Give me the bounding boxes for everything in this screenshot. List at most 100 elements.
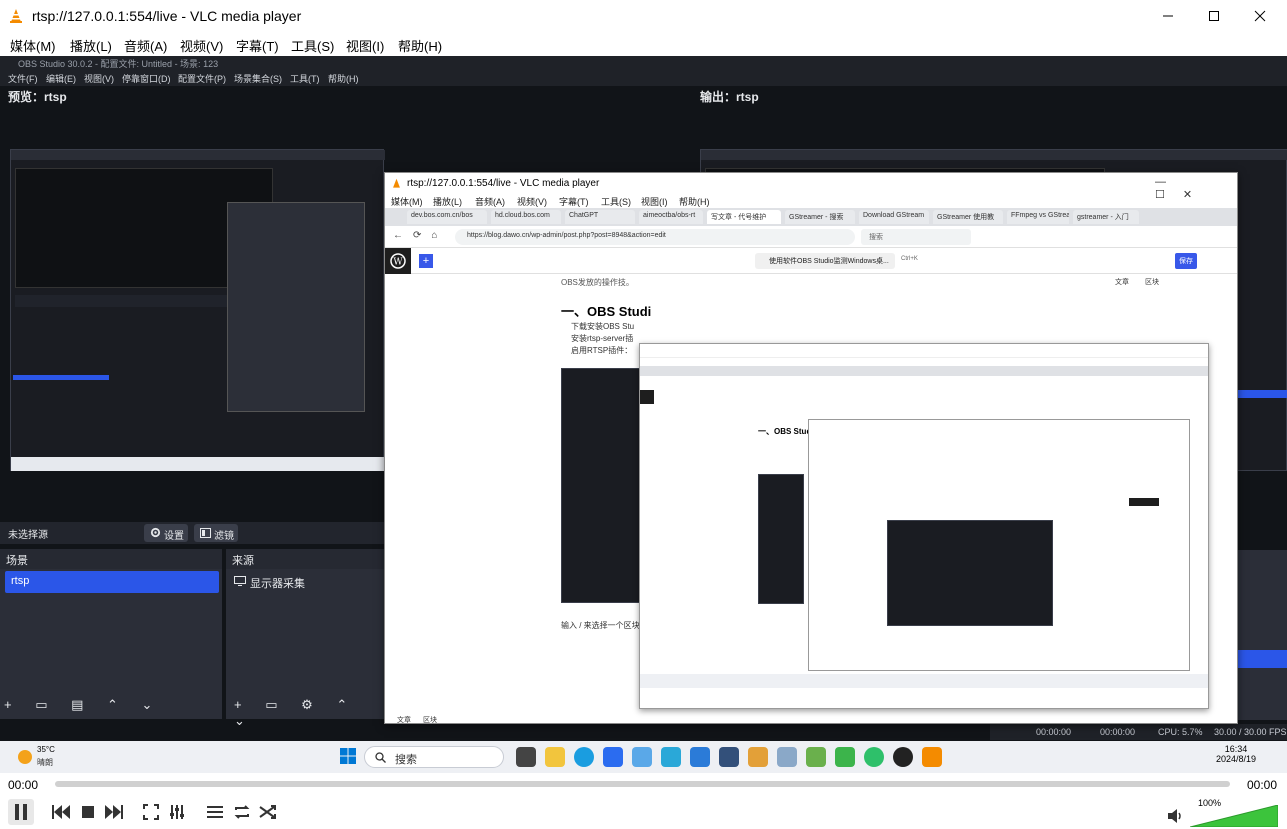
fullscreen-icon: [143, 804, 159, 820]
inner-vlc-title: rtsp://127.0.0.1:554/live - VLC media pl…: [407, 178, 600, 189]
previous-icon: [52, 805, 70, 819]
browser-tab: Download GStream: [859, 210, 929, 224]
taskbar-date: 2024/8/19: [1216, 754, 1257, 764]
filter-icon: [200, 528, 211, 538]
video-output[interactable]: OBS Studio 30.0.2 - 配置文件: Untitled - 场景:…: [0, 56, 1287, 773]
inner-menu-audio: 音频(A): [475, 197, 505, 207]
obs-fps: 30.00 / 30.00 FPS: [1214, 727, 1287, 737]
obs-menu-dock: 停靠窗口(D): [122, 74, 171, 84]
obs-menu-tools: 工具(T): [290, 74, 320, 84]
windows-taskbar: 35°C 晴朗 搜索 16:34 2024/8/19: [0, 741, 1287, 773]
browser-tab: GStreamer 使用教: [933, 210, 1003, 224]
inner-menu-view: 视图(I): [641, 197, 668, 207]
shuffle-button[interactable]: [255, 799, 281, 825]
speaker-icon[interactable]: [1168, 809, 1184, 823]
inner-bottom-tab-block: 区块: [423, 717, 437, 724]
obs-title: OBS Studio 30.0.2 - 配置文件: Untitled - 场景:…: [18, 59, 219, 69]
app-icon-6: [777, 747, 797, 767]
obs-menu-profile: 配置文件(P): [178, 74, 226, 84]
obs-settings-label: 设置: [164, 531, 184, 542]
menu-media[interactable]: 媒体(M): [10, 36, 56, 55]
blog-bullet: 安装rtsp-server插: [571, 334, 634, 343]
minimize-button[interactable]: [1145, 0, 1191, 32]
wp-shortcut: Ctrl+K: [901, 256, 918, 262]
app-icon-1: [603, 747, 623, 767]
app-icon-3: [661, 747, 681, 767]
obs-menu-scene-collection: 场景集合(S): [234, 74, 282, 84]
shuffle-icon: [259, 805, 276, 819]
wp-editor-toolbar: W + 使用软件OBS Studio监测Windows桌... Ctrl+K 保…: [385, 248, 1237, 274]
browser-tab: aimeoctba/obs-rt: [639, 210, 703, 224]
menu-view[interactable]: 视图(I): [346, 36, 384, 55]
menu-playback[interactable]: 播放(L): [70, 36, 112, 55]
blog-footer-hint: 输入 / 来选择一个区块: [561, 621, 640, 630]
browser-toolbar: ←⟳⌂ https://blog.dawo.cn/wp-admin/post.p…: [385, 226, 1237, 248]
gear-icon: [150, 527, 161, 538]
inner-menu-help: 帮助(H): [679, 197, 710, 207]
obs-settings-button: 设置: [144, 524, 188, 542]
edge-icon: [574, 747, 594, 767]
stop-button[interactable]: [75, 799, 101, 825]
loop-button[interactable]: [229, 799, 255, 825]
app-icon-2: [632, 747, 652, 767]
app-icon-8: [835, 747, 855, 767]
seek-slider[interactable]: [55, 781, 1230, 787]
nav-buttons: ←⟳⌂: [393, 230, 448, 241]
playlist-button[interactable]: [202, 799, 228, 825]
next-button[interactable]: [101, 799, 127, 825]
vlc-seek-row: 00:00 00:00: [0, 773, 1287, 795]
vlc-cone-icon: [8, 8, 24, 24]
inner-window-controls: —☐✕: [1155, 176, 1211, 201]
inner-menu-playback: 播放(L): [433, 197, 462, 207]
pause-button[interactable]: [8, 799, 34, 825]
blog-heading: 一、OBS Studi: [561, 304, 652, 319]
scenes-header: 场景: [0, 549, 222, 569]
stop-icon: [82, 806, 94, 818]
blog-bullets: 下载安装OBS Stu 安装rtsp-server插 启用RTSP插件：: [571, 321, 634, 357]
inner-menu-video: 视频(V): [517, 197, 547, 207]
obs-menubar: 文件(F) 编辑(E) 视图(V) 停靠窗口(D) 配置文件(P) 场景集合(S…: [0, 70, 1287, 86]
menu-help[interactable]: 帮助(H): [398, 36, 442, 55]
blog-intro: OBS发放的操作技。: [561, 278, 634, 287]
preview-thumbnail: [10, 149, 385, 471]
obs-menu-edit: 编辑(E): [46, 74, 76, 84]
obs-sources-panel: 来源 显示器采集 + ▭ ⚙ ⌃ ⌄: [226, 549, 384, 728]
taskbar-search-label: 搜索: [395, 754, 417, 766]
menu-tools[interactable]: 工具(S): [291, 36, 334, 55]
wp-panel-tab-block: 区块: [1145, 279, 1159, 286]
menu-subtitle[interactable]: 字幕(T): [236, 36, 279, 55]
blog-bullet: 启用RTSP插件：: [571, 346, 633, 355]
wechat-icon: [864, 747, 884, 767]
inner-vlc-window: rtsp://127.0.0.1:554/live - VLC media pl…: [384, 172, 1238, 724]
wp-save-button: 保存: [1175, 253, 1197, 269]
maximize-button[interactable]: [1191, 0, 1237, 32]
pause-icon: [15, 804, 27, 820]
scene-toolbar: + ▭ ▤ ⌃ ⌄: [4, 697, 163, 712]
wp-doc-title: 使用软件OBS Studio监测Windows桌...: [755, 253, 895, 269]
obs-controls-panel: [1238, 550, 1287, 720]
taskbar-time: 16:34: [1224, 744, 1248, 754]
previous-button[interactable]: [48, 799, 74, 825]
blog-bullet: 下载安装OBS Stu: [571, 322, 635, 331]
window-title: rtsp://127.0.0.1:554/live - VLC media pl…: [32, 8, 302, 24]
no-source-label: 未选择源: [8, 530, 48, 541]
obs-output-label: 输出：rtsp: [700, 90, 759, 104]
app-icon-4: [719, 747, 739, 767]
obs-stream-time: 00:00:00: [1036, 727, 1072, 737]
browser-tab: FFmpeg vs GStrea: [1007, 210, 1069, 224]
close-button[interactable]: [1237, 0, 1283, 32]
volume-slider[interactable]: [1190, 805, 1278, 827]
weather-sun-icon: [18, 750, 32, 764]
obs-preview-label: 预览：rtsp: [8, 90, 67, 104]
browser-tab: gstreamer - 入门: [1073, 210, 1139, 224]
vlc-controls: 100%: [0, 795, 1287, 829]
total-time: 00:00: [1246, 778, 1277, 792]
address-bar: https://blog.dawo.cn/wp-admin/post.php?p…: [455, 229, 855, 245]
sources-header: 来源: [226, 549, 384, 569]
extended-settings-button[interactable]: [164, 799, 190, 825]
menu-audio[interactable]: 音频(A): [124, 36, 167, 55]
next-icon: [105, 805, 123, 819]
app-icon-7: [806, 747, 826, 767]
fullscreen-button[interactable]: [138, 799, 164, 825]
menu-video[interactable]: 视频(V): [180, 36, 223, 55]
